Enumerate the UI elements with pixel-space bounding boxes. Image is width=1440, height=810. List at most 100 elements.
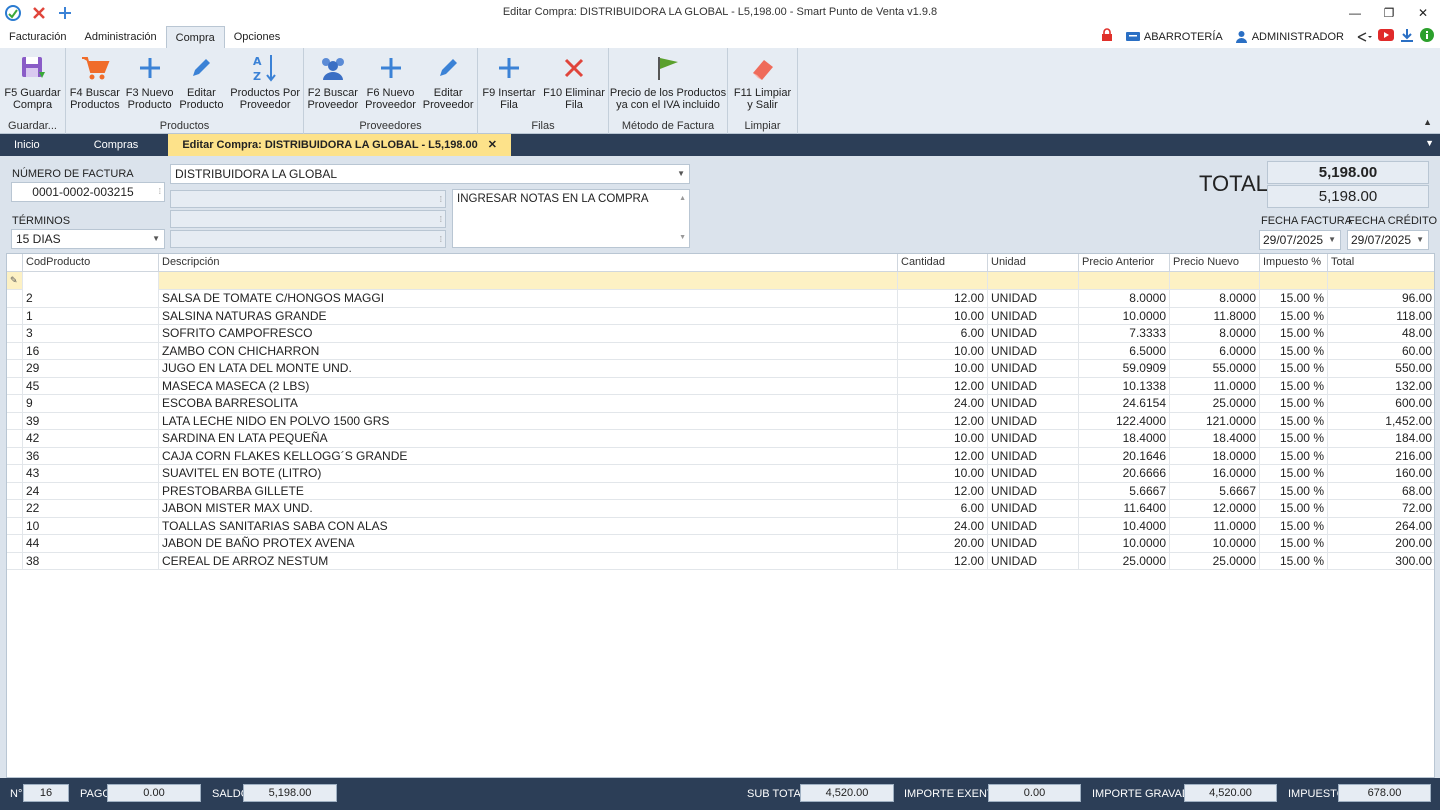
tab-administracion[interactable]: Administración [75,26,165,48]
collapse-ribbon-icon[interactable]: ▲ [1423,117,1432,127]
col-impuesto[interactable]: Impuesto % [1260,254,1328,272]
cell-precio-anterior[interactable]: 10.1338 [1079,377,1170,395]
row-indicator[interactable] [7,360,23,378]
cell-precio-nuevo[interactable]: 8.0000 [1170,325,1260,343]
store-selector[interactable]: ABARROTERÍA [1125,31,1223,43]
cell-cantidad[interactable]: 10.00 [898,465,988,483]
cell-cantidad[interactable]: 6.00 [898,325,988,343]
cell-unidad[interactable]: UNIDAD [988,412,1079,430]
cell-codproducto[interactable]: 3 [23,325,159,343]
cell-codproducto[interactable]: 2 [23,290,159,308]
share-menu[interactable] [1356,31,1372,43]
tab-compra[interactable]: Compra [165,26,225,48]
supplier-select[interactable]: DISTRIBUIDORA LA GLOBAL ▼ [170,164,690,184]
row-indicator[interactable] [7,307,23,325]
insert-row-button[interactable]: F9 Insertar Fila [478,48,540,118]
cell-unidad[interactable]: UNIDAD [988,482,1079,500]
cell-precio-anterior[interactable]: 25.0000 [1079,552,1170,570]
cell-total[interactable]: 60.00 [1328,343,1434,361]
row-indicator[interactable] [7,535,23,553]
cell-descripcion[interactable]: ZAMBO CON CHICHARRON [159,342,898,360]
chevron-down-icon[interactable]: ▼ [677,165,685,183]
new-product-button[interactable]: F3 Nuevo Producto [124,48,176,118]
row-indicator[interactable] [7,377,23,395]
cell-descripcion[interactable]: CEREAL DE ARROZ NESTUM [159,552,898,570]
cell-precio-nuevo[interactable]: 55.0000 [1170,360,1260,378]
cell-cantidad[interactable]: 12.00 [898,412,988,430]
cell-codproducto[interactable]: 24 [23,482,159,500]
cell-total[interactable]: 550.00 [1328,360,1434,378]
cell-descripcion[interactable]: PRESTOBARBA GILLETE [159,482,898,500]
scroll-down-icon[interactable]: ▼ [679,231,686,245]
new-item-row[interactable]: ✎ [7,272,1434,290]
cell-unidad[interactable]: UNIDAD [988,500,1079,518]
edit-supplier-button[interactable]: Editar Proveedor [419,48,477,118]
row-indicator[interactable] [7,482,23,500]
app-logo-icon[interactable] [4,4,22,22]
cell-unidad[interactable]: UNIDAD [988,307,1079,325]
cell-precio-nuevo[interactable]: 18.0000 [1170,447,1260,465]
cell-total[interactable]: 48.00 [1328,325,1434,343]
cell-codproducto[interactable]: 44 [23,535,159,553]
cell-cantidad[interactable]: 10.00 [898,430,988,448]
cell-total[interactable]: 264.00 [1328,518,1434,536]
cell-precio-nuevo[interactable]: 18.4000 [1170,430,1260,448]
new-document-icon[interactable] [56,4,74,22]
close-tab-icon[interactable]: ✕ [488,134,497,156]
cell-impuesto[interactable]: 15.00 % [1260,395,1328,413]
row-indicator[interactable] [7,517,23,535]
cell-impuesto[interactable]: 15.00 % [1260,500,1328,518]
cell-total[interactable]: 184.00 [1328,430,1434,448]
scroll-up-icon[interactable]: ▲ [679,192,686,206]
cell-impuesto[interactable]: 15.00 % [1260,412,1328,430]
cell-precio-nuevo[interactable]: 121.0000 [1170,412,1260,430]
user-selector[interactable]: ADMINISTRADOR [1235,30,1344,43]
cell-precio-anterior[interactable]: 122.4000 [1079,412,1170,430]
cell-impuesto[interactable]: 15.00 % [1260,535,1328,553]
invoice-date-picker[interactable]: 29/07/2025 ▼ [1259,230,1341,250]
table-row[interactable]: 16 ZAMBO CON CHICHARRON 10.00 UNIDAD 6.5000 6… [7,342,1434,361]
cell-total[interactable]: 216.00 [1328,448,1434,466]
credit-date-picker[interactable]: 29/07/2025 ▼ [1347,230,1429,250]
cell-codproducto[interactable]: 22 [23,500,159,518]
cell-descripcion[interactable]: SUAVITEL EN BOTE (LITRO) [159,465,898,483]
cell-cantidad[interactable]: 24.00 [898,517,988,535]
cell-precio-nuevo[interactable]: 8.0000 [1170,290,1260,308]
table-row[interactable]: 22 JABON MISTER MAX UND. 6.00 UNIDAD 11.6400… [7,500,1434,518]
cell-precio-nuevo[interactable]: 11.0000 [1170,377,1260,395]
vat-included-button[interactable]: Precio de los Productos ya con el IVA in… [609,48,727,118]
cell-cantidad[interactable]: 12.00 [898,552,988,570]
cell-impuesto[interactable]: 15.00 % [1260,447,1328,465]
cell-unidad[interactable]: UNIDAD [988,465,1079,483]
cell-descripcion[interactable]: JABON DE BAÑO PROTEX AVENA [159,535,898,553]
cell-codproducto[interactable]: 39 [23,412,159,430]
cell-unidad[interactable]: UNIDAD [988,290,1079,308]
cell-total[interactable]: 96.00 [1328,290,1434,308]
cell-precio-anterior[interactable]: 20.6666 [1079,465,1170,483]
close-window-button[interactable]: ✕ [1406,0,1440,26]
cell-precio-nuevo[interactable]: 10.0000 [1170,535,1260,553]
cell-cantidad[interactable]: 24.00 [898,395,988,413]
cell-unidad[interactable]: UNIDAD [988,342,1079,360]
cell-impuesto[interactable]: 15.00 % [1260,342,1328,360]
cell-codproducto[interactable]: 42 [23,430,159,448]
cell-cantidad[interactable]: 10.00 [898,360,988,378]
cell-impuesto[interactable]: 15.00 % [1260,307,1328,325]
cell-total[interactable]: 72.00 [1328,500,1434,518]
cell-precio-anterior[interactable]: 24.6154 [1079,395,1170,413]
cell-impuesto[interactable]: 15.00 % [1260,377,1328,395]
doc-tab-editar-compra[interactable]: Editar Compra: DISTRIBUIDORA LA GLOBAL -… [168,134,511,156]
cell-impuesto[interactable]: 15.00 % [1260,360,1328,378]
cell-cantidad[interactable]: 12.00 [898,482,988,500]
cell-precio-anterior[interactable]: 5.6667 [1079,482,1170,500]
cell-total[interactable]: 68.00 [1328,483,1434,501]
col-total[interactable]: Total [1328,254,1434,272]
cell-codproducto[interactable]: 1 [23,307,159,325]
cell-precio-anterior[interactable]: 6.5000 [1079,342,1170,360]
lock-icon[interactable] [1100,28,1114,45]
cell-cantidad[interactable]: 10.00 [898,307,988,325]
cell-total[interactable]: 200.00 [1328,535,1434,553]
row-indicator[interactable] [7,500,23,518]
search-supplier-button[interactable]: F2 Buscar Proveedor [304,48,362,118]
table-row[interactable]: 38 CEREAL DE ARROZ NESTUM 12.00 UNIDAD 25.00… [7,552,1434,570]
